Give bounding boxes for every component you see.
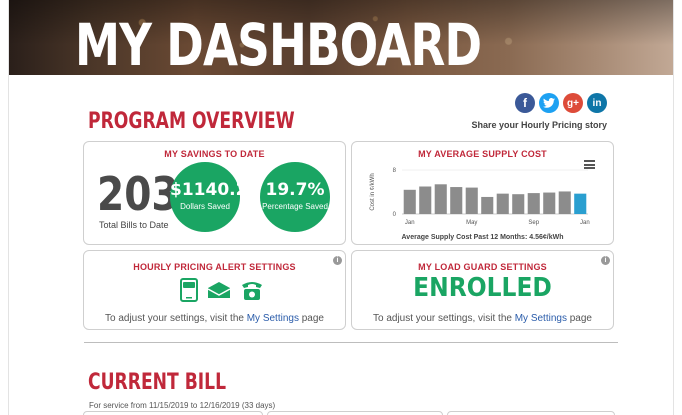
chart-bar[interactable] [450,187,463,214]
info-icon[interactable]: i [601,256,610,265]
sms-phone-icon [180,278,198,302]
savings-card-title: MY SAVINGS TO DATE [164,149,265,159]
envelope-icon [207,282,231,298]
y-tick-label: 8 [393,168,397,174]
google-plus-icon[interactable]: g+ [563,93,583,113]
supply-cost-chart: Cost in ¢/kWh 0 8 Jan May Sep Jan [370,168,590,226]
y-axis-label: Cost in ¢/kWh [370,173,376,210]
share-caption: Share your Hourly Pricing story [471,120,607,130]
service-from-date: 11/15/2019 [149,401,189,410]
chart-bar[interactable] [574,193,587,214]
telephone-icon [242,282,262,300]
chart-bar[interactable] [465,187,478,214]
current-bill-title: CURRENT BILL [88,370,227,395]
hero-banner: MY DASHBOARD [9,0,673,75]
load-guard-status: ENROLLED [413,273,552,303]
twitter-icon[interactable] [539,93,559,113]
my-settings-link[interactable]: My Settings [247,313,299,324]
service-prefix: For service from [89,401,150,410]
service-period: For service from 11/15/2019 to 12/16/201… [89,401,275,410]
chart-bar[interactable] [512,194,525,214]
chart-bar[interactable] [496,193,509,214]
supply-cost-card: MY AVERAGE SUPPLY COST Cost in ¢/kWh 0 8 Ja… [351,141,614,245]
bill-card [267,411,443,415]
adjust-suffix: page [298,313,324,324]
chart-bar[interactable] [403,189,416,214]
chart-bar[interactable] [481,196,494,214]
service-days: (33 days) [239,401,276,410]
y-tick-label: 0 [393,212,397,218]
alert-adjust-text: To adjust your settings, visit the My Se… [84,313,345,324]
bill-card [447,411,615,415]
page-title: MY DASHBOARD [75,11,482,75]
facebook-icon[interactable]: f [515,93,535,113]
chart-bar[interactable] [434,184,447,214]
supply-cost-card-title: MY AVERAGE SUPPLY COST [418,149,547,159]
adjust-prefix: To adjust your settings, visit the [372,313,515,324]
service-mid: to [188,401,200,410]
load-guard-title: MY LOAD GUARD SETTINGS [418,262,547,272]
my-settings-link[interactable]: My Settings [515,313,567,324]
x-tick-label: Jan [405,220,415,226]
chart-bar[interactable] [419,186,432,215]
chart-bar[interactable] [543,192,556,214]
savings-card: MY SAVINGS TO DATE 203 Total Bills to Da… [83,141,346,245]
adjust-suffix: page [566,313,592,324]
dollars-saved-value: $1140.26 [170,180,260,200]
supply-cost-footnote: Average Supply Cost Past 12 Months: 4.56… [401,234,564,241]
dollars-saved-label: Dollars Saved [180,202,230,211]
x-tick-label: Jan [580,220,590,226]
percentage-saved-value: 19.7% [265,180,325,200]
x-tick-label: Sep [528,220,539,226]
share-icons: f g+ in [515,93,607,113]
percentage-saved-badge: 19.7% Percentage Saved [260,162,330,232]
alert-settings-card: HOURLY PRICING ALERT SETTINGS i To adjus… [83,250,346,330]
load-guard-adjust-text: To adjust your settings, visit the My Se… [352,313,613,324]
total-bills-label: Total Bills to Date [99,220,169,230]
percentage-saved-label: Percentage Saved [262,202,328,211]
bill-card [83,411,263,415]
chart-bar[interactable] [558,191,571,214]
load-guard-card: MY LOAD GUARD SETTINGS i ENROLLED To adj… [351,250,614,330]
alert-settings-title: HOURLY PRICING ALERT SETTINGS [133,262,296,272]
dollars-saved-badge: $1140.26 Dollars Saved [170,162,260,232]
section-divider [84,342,618,343]
x-tick-label: May [466,220,477,226]
linkedin-icon[interactable]: in [587,93,607,113]
total-bills-count: 203 [97,167,179,221]
dashboard-page: MY DASHBOARD PROGRAM OVERVIEW f g+ in Sh… [8,0,674,415]
service-to-date: 12/16/2019 [199,401,240,410]
chart-bar[interactable] [527,193,540,214]
info-icon[interactable]: i [333,256,342,265]
adjust-prefix: To adjust your settings, visit the [104,313,247,324]
program-overview-title: PROGRAM OVERVIEW [88,109,295,134]
